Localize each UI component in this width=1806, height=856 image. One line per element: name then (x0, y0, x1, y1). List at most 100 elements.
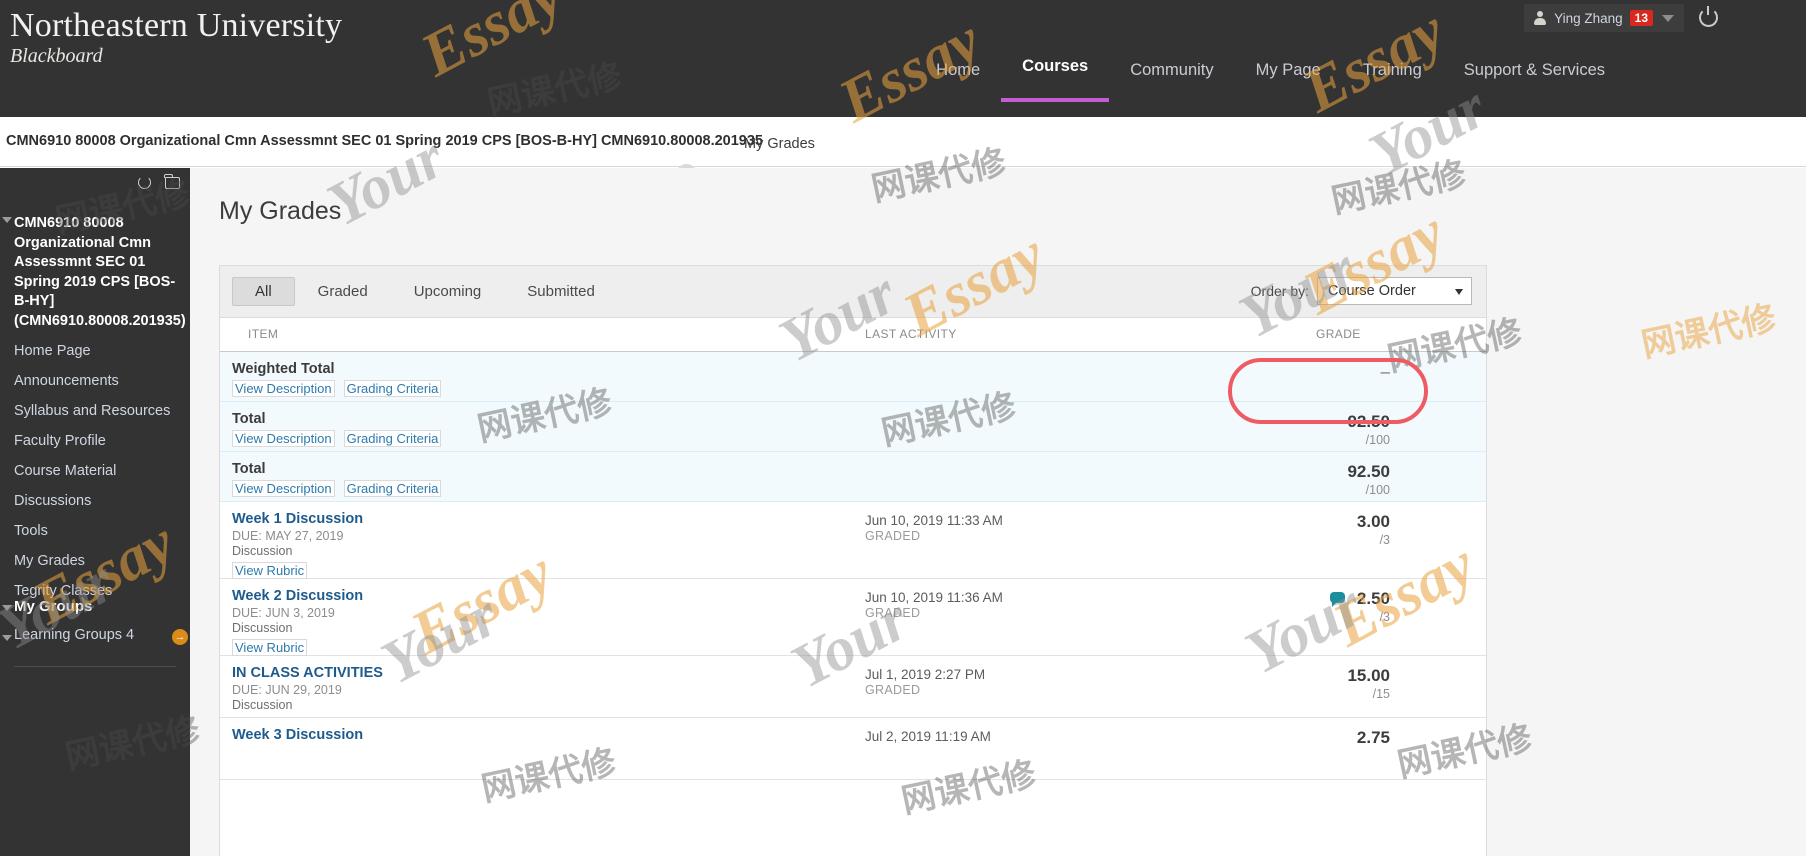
sidebar-item-announcements[interactable]: Announcements (0, 366, 190, 396)
row-last-activity-cell: Jun 10, 2019 11:33 AM GRADED (865, 513, 1003, 543)
row-grade-cell: 15.00/15 (1190, 666, 1390, 701)
row-links: View Rubric (232, 562, 832, 579)
link-view-description[interactable]: View Description (232, 430, 335, 447)
row-due-date: DUE: MAY 27, 2019 (232, 529, 344, 543)
breadcrumb-current-page: My Grades (744, 136, 815, 152)
page-title: My Grades (219, 197, 342, 225)
sidebar-item-home-page[interactable]: Home Page (0, 336, 190, 366)
filter-tabs: All Graded Upcoming Submitted (232, 277, 618, 306)
sidebar-course-title: CMN6910 80008 Organizational Cmn Assessm… (14, 215, 186, 329)
chevron-down-icon (1455, 289, 1463, 295)
logout-power-icon[interactable] (1699, 6, 1718, 27)
chevron-down-icon[interactable] (1662, 14, 1674, 22)
sidebar-tools (138, 173, 180, 189)
table-row[interactable]: Total View Description Grading Criteria 92.… (220, 452, 1486, 502)
sidebar-item-syllabus-and-resources[interactable]: Syllabus and Resources (0, 396, 190, 426)
tab-all[interactable]: All (232, 277, 295, 306)
sidebar-item-learning-groups[interactable]: Learning Groups 4 (14, 627, 134, 643)
sidebar-item-tools[interactable]: Tools (0, 516, 190, 546)
link-view-description[interactable]: View Description (232, 480, 335, 497)
table-row[interactable]: Week 3 Discussion Jul 2, 2019 11:19 AM 2.7… (220, 718, 1486, 780)
row-links: View Rubric (232, 639, 832, 656)
grades-panel-header: All Graded Upcoming Submitted Order by: … (220, 266, 1486, 318)
user-menu[interactable]: Ying Zhang 13 (1524, 4, 1684, 32)
link-grading-criteria[interactable]: Grading Criteria (343, 380, 442, 397)
row-grade-denominator: /100 (1365, 433, 1390, 447)
row-grade-value: 2.75 (1356, 728, 1390, 747)
brand-product-name: Blackboard (10, 44, 103, 67)
table-row[interactable]: Weighted Total View Description Grading Cr… (220, 352, 1486, 402)
nav-item-home[interactable]: Home (915, 61, 1001, 102)
row-last-activity-cell: Jun 10, 2019 11:36 AM GRADED (865, 590, 1003, 620)
row-grade-cell: 92.50/100 (1190, 412, 1390, 447)
table-row[interactable]: Week 1 Discussion DUE: MAY 27, 2019 Discus… (220, 502, 1486, 579)
row-links: View Description Grading Criteria (232, 480, 832, 497)
sidebar-item-discussions[interactable]: Discussions (0, 486, 190, 516)
brand-logo[interactable]: Northeastern University Blackboard (10, 8, 342, 68)
column-header-last-activity: LAST ACTIVITY (865, 327, 957, 341)
row-grade-denominator: /15 (1372, 687, 1390, 701)
notification-badge[interactable]: 13 (1629, 10, 1653, 26)
sidebar-section-my-groups: My Groups (14, 598, 93, 615)
order-by-select[interactable]: Course Order (1317, 277, 1472, 305)
sidebar-item-faculty-profile[interactable]: Faculty Profile (0, 426, 190, 456)
row-item-cell: Total View Description Grading Criteria (232, 461, 832, 497)
breadcrumb-course[interactable]: CMN6910 80008 Organizational Cmn Assessm… (6, 133, 763, 149)
table-row[interactable]: IN CLASS ACTIVITIES DUE: JUN 29, 2019 Disc… (220, 656, 1486, 718)
link-grading-criteria[interactable]: Grading Criteria (343, 480, 442, 497)
row-activity-status: GRADED (865, 683, 921, 697)
column-header-grade: GRADE (1316, 327, 1361, 341)
app-root: Northeastern University Blackboard Ying … (0, 0, 1806, 856)
grades-panel: All Graded Upcoming Submitted Order by: … (219, 265, 1487, 856)
folder-icon[interactable] (164, 173, 180, 189)
row-title: Total (232, 411, 266, 427)
sidebar-divider (14, 666, 176, 667)
row-title[interactable]: Week 2 Discussion (232, 588, 832, 604)
row-grade-cell: 2.75 (1190, 728, 1390, 748)
table-row[interactable]: Week 2 Discussion DUE: JUN 3, 2019 Discuss… (220, 579, 1486, 656)
row-item-cell: Week 3 Discussion (232, 727, 832, 743)
nav-item-training[interactable]: Training (1342, 61, 1443, 102)
row-links: View Description Grading Criteria (232, 380, 832, 397)
nav-item-courses[interactable]: Courses (1001, 57, 1110, 102)
row-item-type: Discussion (232, 698, 293, 712)
link-view-rubric[interactable]: View Rubric (232, 562, 308, 579)
tab-upcoming[interactable]: Upcoming (391, 277, 505, 306)
sidebar-item-course-material[interactable]: Course Material (0, 456, 190, 486)
tab-submitted[interactable]: Submitted (504, 277, 618, 306)
row-activity-time: Jun 10, 2019 11:36 AM (865, 590, 1003, 605)
row-last-activity-cell: Jul 1, 2019 2:27 PM GRADED (865, 667, 985, 697)
link-view-rubric[interactable]: View Rubric (232, 639, 308, 656)
row-grade-value: 92.50 (1347, 412, 1390, 431)
row-activity-time: Jul 1, 2019 2:27 PM (865, 667, 986, 682)
learning-groups-go-icon[interactable]: → (172, 629, 188, 645)
refresh-icon[interactable] (138, 176, 151, 189)
row-title[interactable]: Week 1 Discussion (232, 511, 832, 527)
row-title[interactable]: Week 3 Discussion (232, 727, 832, 743)
nav-item-my-page[interactable]: My Page (1235, 61, 1342, 102)
link-grading-criteria[interactable]: Grading Criteria (343, 430, 442, 447)
link-view-description[interactable]: View Description (232, 380, 335, 397)
comment-icon[interactable] (1329, 592, 1345, 607)
row-title: Weighted Total (232, 361, 335, 377)
main-navigation: Home Courses Community My Page Training … (915, 57, 1626, 102)
nav-item-support-services[interactable]: Support & Services (1443, 61, 1626, 102)
main-content: My Grades All Graded Upcoming Submitted … (190, 168, 1806, 856)
row-item-cell: Weighted Total View Description Grading Cr… (232, 361, 832, 397)
row-item-cell: Week 1 Discussion DUE: MAY 27, 2019 Discus… (232, 511, 832, 579)
sidebar-nav: Home Page Announcements Syllabus and Res… (0, 336, 190, 606)
order-by-control: Order by: Course Order (1251, 277, 1472, 305)
row-item-type: Discussion (232, 544, 293, 558)
row-activity-time: Jun 10, 2019 11:33 AM (865, 513, 1003, 528)
learning-groups-arrow-icon[interactable] (2, 635, 12, 641)
table-row[interactable]: Total View Description Grading Criteria 92.… (220, 402, 1486, 452)
row-item-cell: Total View Description Grading Criteria (232, 411, 832, 447)
table-column-headers: ITEM LAST ACTIVITY GRADE (220, 318, 1486, 352)
tab-graded[interactable]: Graded (295, 277, 391, 306)
row-title[interactable]: IN CLASS ACTIVITIES (232, 665, 832, 681)
sidebar-item-my-grades[interactable]: My Grades (0, 546, 190, 576)
collapse-arrow-icon[interactable] (2, 217, 12, 223)
nav-item-community[interactable]: Community (1109, 61, 1234, 102)
groups-collapse-arrow-icon[interactable] (2, 605, 12, 611)
row-grade-value: – (1380, 362, 1390, 381)
